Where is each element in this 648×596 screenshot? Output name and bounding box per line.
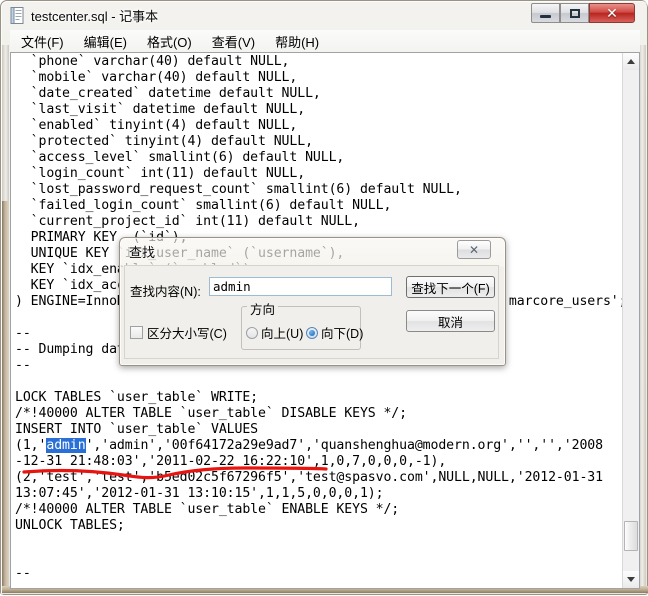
menu-item-file-label: 文件(F) bbox=[21, 34, 64, 50]
title-bar-left: testcenter.sql - 记事本 bbox=[10, 6, 158, 25]
radio-selected-icon bbox=[306, 326, 318, 339]
match-case-checkbox[interactable]: 区分大小写(C) bbox=[130, 323, 227, 342]
menu-item-file[interactable]: 文件(F) bbox=[12, 30, 73, 53]
window-frame-left-shade bbox=[2, 201, 9, 589]
find-what-input[interactable]: admin bbox=[209, 277, 392, 296]
find-next-button[interactable]: 查找下一个(F) bbox=[406, 276, 495, 298]
selected-text: admin bbox=[46, 438, 86, 453]
direction-down-label: 向下(D) bbox=[321, 327, 364, 341]
scroll-down-arrow-button[interactable] bbox=[623, 571, 639, 588]
chevron-down-icon bbox=[627, 577, 635, 582]
close-button[interactable]: ✕ bbox=[589, 3, 635, 23]
direction-down-radio[interactable]: 向下(D) bbox=[306, 323, 363, 342]
editor-text-after: ','admin','00f64172a29e9ad7','quanshengh… bbox=[15, 438, 603, 581]
find-what-label: 查找内容(N): bbox=[130, 285, 201, 299]
menu-item-format[interactable]: 格式(O) bbox=[138, 30, 201, 53]
minimize-button[interactable] bbox=[531, 3, 560, 23]
close-icon: ✕ bbox=[468, 242, 480, 257]
cancel-button[interactable]: 取消 bbox=[406, 310, 495, 332]
maximize-button[interactable] bbox=[560, 3, 589, 23]
direction-groupbox-label: 方向 bbox=[247, 299, 279, 318]
menu-item-edit-label: 编辑(E) bbox=[83, 34, 127, 50]
menu-item-format-label: 格式(O) bbox=[146, 34, 192, 50]
menu-item-view[interactable]: 查看(V) bbox=[203, 30, 264, 53]
radio-unselected-icon bbox=[246, 326, 258, 339]
menu-bar: 文件(F) 编辑(E) 格式(O) 查看(V) 帮助(H) bbox=[10, 30, 640, 53]
find-dialog-close-button[interactable]: ✕ bbox=[457, 240, 491, 259]
chevron-up-icon bbox=[627, 59, 635, 64]
find-next-label: 查找下一个(F) bbox=[411, 281, 490, 296]
checkbox-unchecked-icon bbox=[130, 326, 143, 339]
find-what-value: admin bbox=[213, 279, 251, 294]
menu-item-edit[interactable]: 编辑(E) bbox=[75, 30, 136, 53]
direction-up-label: 向上(U) bbox=[261, 327, 304, 341]
vertical-scrollbar[interactable] bbox=[622, 53, 639, 588]
maximize-icon bbox=[569, 8, 580, 18]
find-dialog-title: 查找 bbox=[129, 245, 156, 260]
minimize-icon bbox=[540, 14, 551, 18]
close-icon: ✕ bbox=[606, 5, 618, 21]
menu-item-help[interactable]: 帮助(H) bbox=[266, 30, 328, 53]
notepad-window: testcenter.sql - 记事本 ✕ 文件(F) 编辑(E) 格式(O)… bbox=[0, 0, 648, 595]
menu-item-help-label: 帮助(H) bbox=[275, 34, 320, 50]
direction-up-radio[interactable]: 向上(U) bbox=[246, 323, 303, 342]
find-dialog[interactable]: 查找 ✕ 查找内容(N): admin 查找下一个(F) 取消 方向 向上(U)… bbox=[119, 237, 506, 366]
match-case-label: 区分大小写(C) bbox=[147, 327, 227, 341]
window-frame-right-shade bbox=[639, 191, 646, 589]
notepad-icon bbox=[10, 7, 25, 24]
window-title: testcenter.sql - 记事本 bbox=[31, 9, 159, 24]
menu-item-view-label: 查看(V) bbox=[211, 34, 256, 50]
scroll-up-arrow-button[interactable] bbox=[623, 53, 639, 70]
cancel-label: 取消 bbox=[437, 315, 463, 330]
title-bar[interactable]: testcenter.sql - 记事本 ✕ bbox=[1, 1, 648, 29]
scrollbar-thumb[interactable] bbox=[624, 521, 638, 551]
